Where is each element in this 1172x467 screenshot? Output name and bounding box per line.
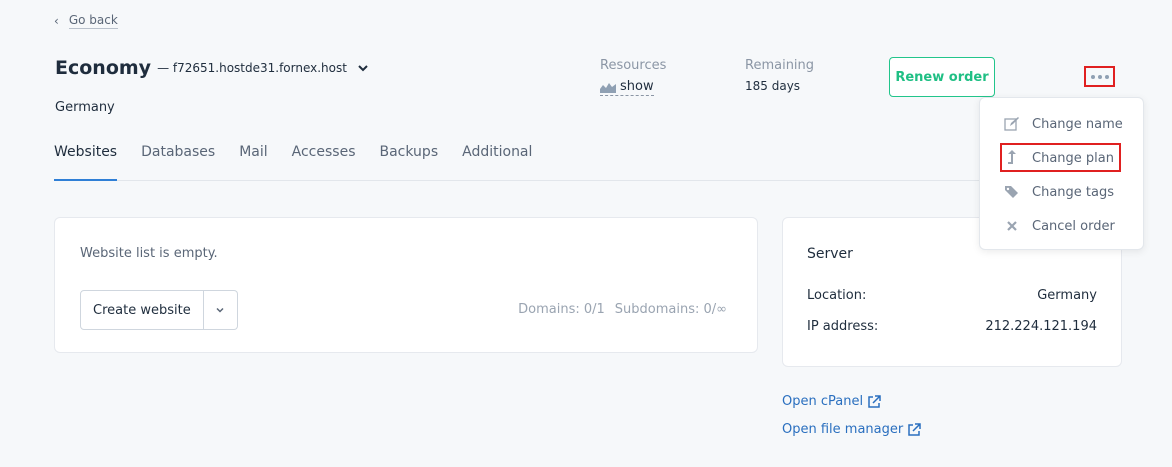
plan-name: Economy	[55, 57, 152, 79]
ip-label: IP address:	[807, 319, 879, 334]
tab-websites[interactable]: Websites	[54, 144, 118, 181]
location-label: Location:	[807, 288, 867, 303]
back-label: Go back	[68, 13, 118, 29]
remaining-stat: Remaining 185 days	[745, 58, 814, 93]
location-row: Location: Germany	[807, 288, 1097, 303]
country: Germany	[55, 100, 115, 115]
page-title: Economy — f72651.hostde31.fornex.host	[55, 57, 369, 79]
resources-label: Resources	[600, 58, 667, 73]
menu-item-cancel-order[interactable]: Cancel order	[1004, 218, 1115, 234]
more-options-button[interactable]	[1084, 66, 1115, 87]
chevron-down-icon[interactable]	[357, 62, 369, 74]
tags-icon	[1005, 186, 1018, 198]
open-cpanel-link[interactable]: Open cPanel	[782, 394, 881, 409]
domains-count: Domains: 0/1	[518, 302, 605, 317]
menu-item-change-tags[interactable]: Change tags	[1004, 184, 1114, 200]
dot-icon	[1097, 74, 1102, 79]
remaining-label: Remaining	[745, 58, 815, 73]
back-link[interactable]: ‹ Go back	[54, 13, 118, 29]
menu-item-change-name[interactable]: Change name	[1004, 116, 1123, 132]
tab-accesses[interactable]: Accesses	[292, 144, 356, 181]
menu-item-label: Change tags	[1032, 184, 1114, 200]
external-link-icon	[868, 394, 881, 408]
resources-stat: Resources show	[600, 58, 666, 97]
chevron-down-icon	[216, 307, 224, 313]
edit-icon	[1004, 117, 1019, 131]
remaining-value: 185 days	[745, 79, 801, 93]
usage-counts: Domains: 0/1 Subdomains: 0/∞	[518, 302, 727, 317]
create-website-dropdown[interactable]	[203, 290, 238, 330]
file-manager-label: Open file manager	[782, 422, 904, 437]
create-website-button[interactable]: Create website	[80, 290, 204, 330]
dot-icon	[1090, 74, 1095, 79]
resources-value: show	[620, 79, 654, 94]
websites-card: Website list is empty. Create website Do…	[54, 217, 758, 353]
renew-order-button[interactable]: Renew order	[889, 57, 995, 97]
chart-icon	[600, 82, 616, 93]
tab-bar: Websites Databases Mail Accesses Backups…	[54, 144, 1122, 181]
empty-message: Website list is empty.	[80, 246, 218, 261]
tab-databases[interactable]: Databases	[141, 144, 215, 181]
chevron-left-icon: ‹	[54, 14, 59, 28]
close-icon	[1007, 221, 1017, 231]
open-file-manager-link[interactable]: Open file manager	[782, 422, 921, 437]
tab-additional[interactable]: Additional	[462, 144, 532, 181]
create-website-group: Create website	[80, 290, 238, 330]
subdomains-count: Subdomains: 0/∞	[614, 302, 727, 317]
menu-item-label: Change name	[1032, 116, 1123, 132]
resources-show-link[interactable]: show	[600, 79, 654, 96]
ip-value: 212.224.121.194	[985, 319, 1097, 334]
tab-mail[interactable]: Mail	[239, 144, 267, 181]
menu-item-label: Cancel order	[1032, 218, 1115, 234]
cpanel-label: Open cPanel	[782, 394, 864, 409]
external-link-icon	[908, 422, 921, 436]
host-name: — f72651.hostde31.fornex.host	[157, 61, 347, 75]
dot-icon	[1104, 74, 1109, 79]
highlight-box	[1000, 143, 1121, 172]
server-title: Server	[807, 246, 853, 262]
location-value: Germany	[1037, 288, 1097, 303]
tab-backups[interactable]: Backups	[380, 144, 439, 181]
options-menu: Change name Change plan Change tags Canc…	[979, 97, 1144, 250]
ip-row: IP address: 212.224.121.194	[807, 319, 1097, 334]
